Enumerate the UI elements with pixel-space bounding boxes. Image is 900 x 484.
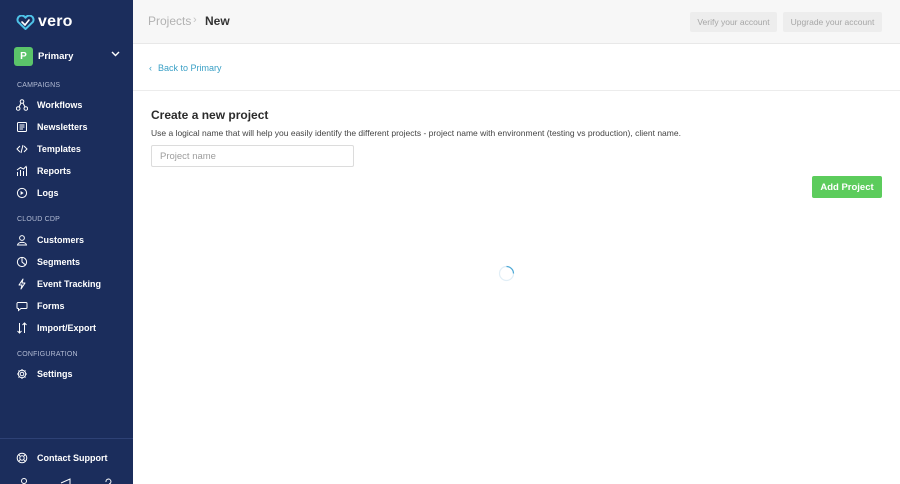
vero-logo[interactable]: vero bbox=[16, 13, 73, 31]
page-title: Create a new project bbox=[151, 108, 269, 122]
sidebar-item-label: Event Tracking bbox=[37, 279, 102, 289]
sidebar-item-label: Segments bbox=[37, 257, 81, 267]
chat-icon bbox=[16, 302, 28, 312]
profile-icon[interactable] bbox=[18, 477, 30, 484]
back-to-primary-link[interactable]: ‹ Back to Primary bbox=[149, 63, 222, 73]
sidebar-item-label: Settings bbox=[37, 369, 73, 379]
megaphone-icon[interactable] bbox=[60, 477, 72, 484]
workflows-icon bbox=[16, 99, 28, 111]
add-project-button[interactable]: Add Project bbox=[812, 176, 882, 198]
sidebar-item-label: Logs bbox=[37, 188, 59, 198]
brand-name: vero bbox=[38, 13, 73, 30]
sidebar-item-event-tracking[interactable]: Event Tracking bbox=[16, 275, 126, 293]
sidebar-item-logs[interactable]: Logs bbox=[16, 184, 126, 202]
upgrade-account-button[interactable]: Upgrade your account bbox=[783, 12, 882, 32]
sidebar-item-newsletters[interactable]: Newsletters bbox=[16, 118, 126, 136]
newsletters-icon bbox=[17, 122, 27, 132]
sidebar-item-label: Templates bbox=[37, 144, 81, 154]
sidebar-item-label: Reports bbox=[37, 166, 72, 176]
sidebar-item-workflows[interactable]: Workflows bbox=[16, 96, 126, 114]
contact-support-label: Contact Support bbox=[37, 453, 108, 463]
section-label-configuration: CONFIGURATION bbox=[17, 351, 78, 358]
gear-icon bbox=[17, 369, 27, 379]
sidebar-item-reports[interactable]: Reports bbox=[16, 162, 126, 180]
chart-icon bbox=[16, 165, 27, 176]
import-export-icon bbox=[17, 322, 27, 334]
support-icon bbox=[16, 452, 28, 464]
code-icon bbox=[16, 144, 28, 154]
chevron-left-icon: ‹ bbox=[149, 63, 152, 73]
sidebar-item-label: Customers bbox=[37, 235, 85, 245]
sidebar-divider bbox=[0, 438, 133, 439]
breadcrumb-separator-icon: › bbox=[193, 14, 197, 26]
contact-support-link[interactable]: Contact Support bbox=[16, 449, 126, 467]
workspace-switcher[interactable]: P Primary bbox=[14, 46, 120, 66]
sidebar-item-label: Forms bbox=[37, 301, 65, 311]
user-icon bbox=[16, 235, 28, 246]
back-link-label: Back to Primary bbox=[158, 63, 222, 73]
workspace-avatar: P bbox=[14, 46, 33, 66]
sidebar-item-customers[interactable]: Customers bbox=[16, 231, 126, 249]
sidebar-item-label: Workflows bbox=[37, 100, 83, 110]
verify-account-button[interactable]: Verify your account bbox=[690, 12, 777, 32]
sidebar-item-templates[interactable]: Templates bbox=[16, 140, 126, 158]
help-icon[interactable] bbox=[102, 477, 114, 484]
heart-logo-icon bbox=[16, 14, 35, 30]
sidebar-item-forms[interactable]: Forms bbox=[16, 297, 126, 315]
sidebar: vero P Primary CAMPAIGNS Workflows Newsl… bbox=[0, 0, 133, 484]
page-description: Use a logical name that will help you ea… bbox=[151, 128, 681, 138]
logs-icon bbox=[16, 187, 28, 199]
content-divider bbox=[133, 90, 900, 91]
bolt-icon bbox=[18, 278, 26, 290]
project-name-input[interactable] bbox=[151, 145, 354, 167]
section-label-campaigns: CAMPAIGNS bbox=[17, 82, 61, 89]
sidebar-item-settings[interactable]: Settings bbox=[16, 365, 126, 383]
breadcrumb-projects[interactable]: Projects bbox=[148, 14, 191, 28]
loading-spinner-icon bbox=[498, 265, 515, 282]
sidebar-item-segments[interactable]: Segments bbox=[16, 253, 126, 271]
sidebar-item-label: Newsletters bbox=[37, 122, 88, 132]
sidebar-item-label: Import/Export bbox=[37, 323, 97, 333]
breadcrumb-current: New bbox=[205, 14, 230, 28]
pie-icon bbox=[16, 256, 28, 268]
workspace-name: Primary bbox=[38, 50, 74, 62]
sidebar-item-import-export[interactable]: Import/Export bbox=[16, 319, 126, 337]
chevron-down-icon bbox=[111, 51, 120, 57]
section-label-cloud-cdp: CLOUD CDP bbox=[17, 216, 61, 223]
header: Projects › New Verify your account Upgra… bbox=[133, 0, 900, 44]
